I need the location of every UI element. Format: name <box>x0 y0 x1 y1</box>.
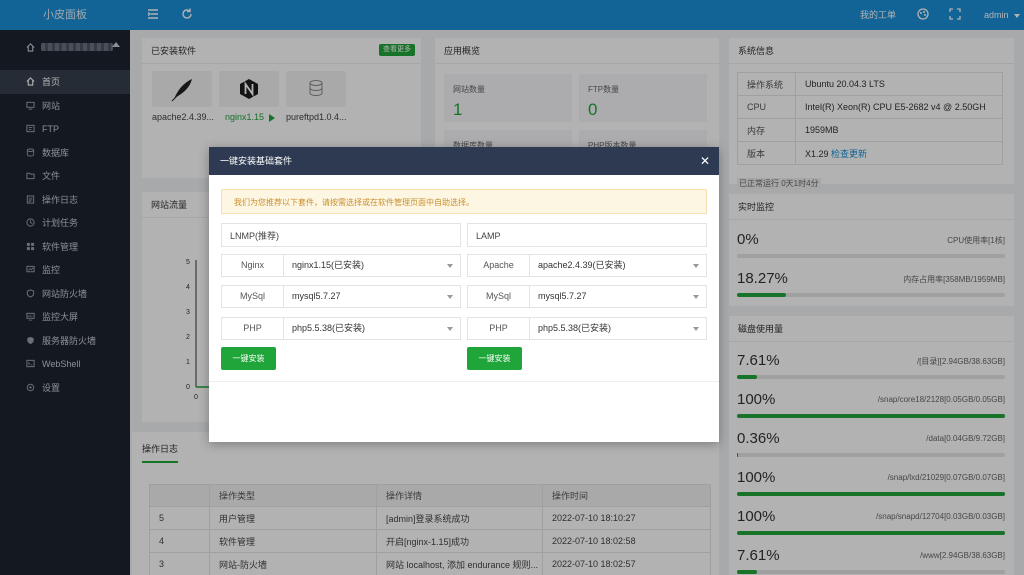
lnmp-php-select[interactable]: PHP php5.5.38(已安装) <box>221 317 461 340</box>
quick-install-modal: 一键安装基础套件 ✕ 我们为您推荐以下套件，请按需选择或在软件管理页面中自助选择… <box>209 147 719 442</box>
chevron-down-icon <box>693 264 699 268</box>
lamp-heading: LAMP <box>467 223 707 247</box>
chevron-down-icon <box>693 295 699 299</box>
lnmp-nginx-select[interactable]: Nginx nginx1.15(已安装) <box>221 254 461 277</box>
modal-header: 一键安装基础套件 ✕ <box>209 147 719 175</box>
lamp-mysql-select[interactable]: MySql mysql5.7.27 <box>467 285 707 308</box>
lamp-php-select[interactable]: PHP php5.5.38(已安装) <box>467 317 707 340</box>
lamp-apache-select[interactable]: Apache apache2.4.39(已安装) <box>467 254 707 277</box>
recommend-notice: 我们为您推荐以下套件，请按需选择或在软件管理页面中自助选择。 <box>221 189 707 214</box>
modal-footer-divider <box>209 381 719 382</box>
lnmp-install-button[interactable]: 一键安装 <box>221 347 276 370</box>
modal-title: 一键安装基础套件 <box>220 156 293 166</box>
lamp-install-button[interactable]: 一键安装 <box>467 347 522 370</box>
chevron-down-icon <box>447 295 453 299</box>
chevron-down-icon <box>447 327 453 331</box>
chevron-down-icon <box>693 327 699 331</box>
chevron-down-icon <box>447 264 453 268</box>
lnmp-heading: LNMP(推荐) <box>221 223 461 247</box>
lnmp-mysql-select[interactable]: MySql mysql5.7.27 <box>221 285 461 308</box>
close-icon[interactable]: ✕ <box>700 147 710 175</box>
